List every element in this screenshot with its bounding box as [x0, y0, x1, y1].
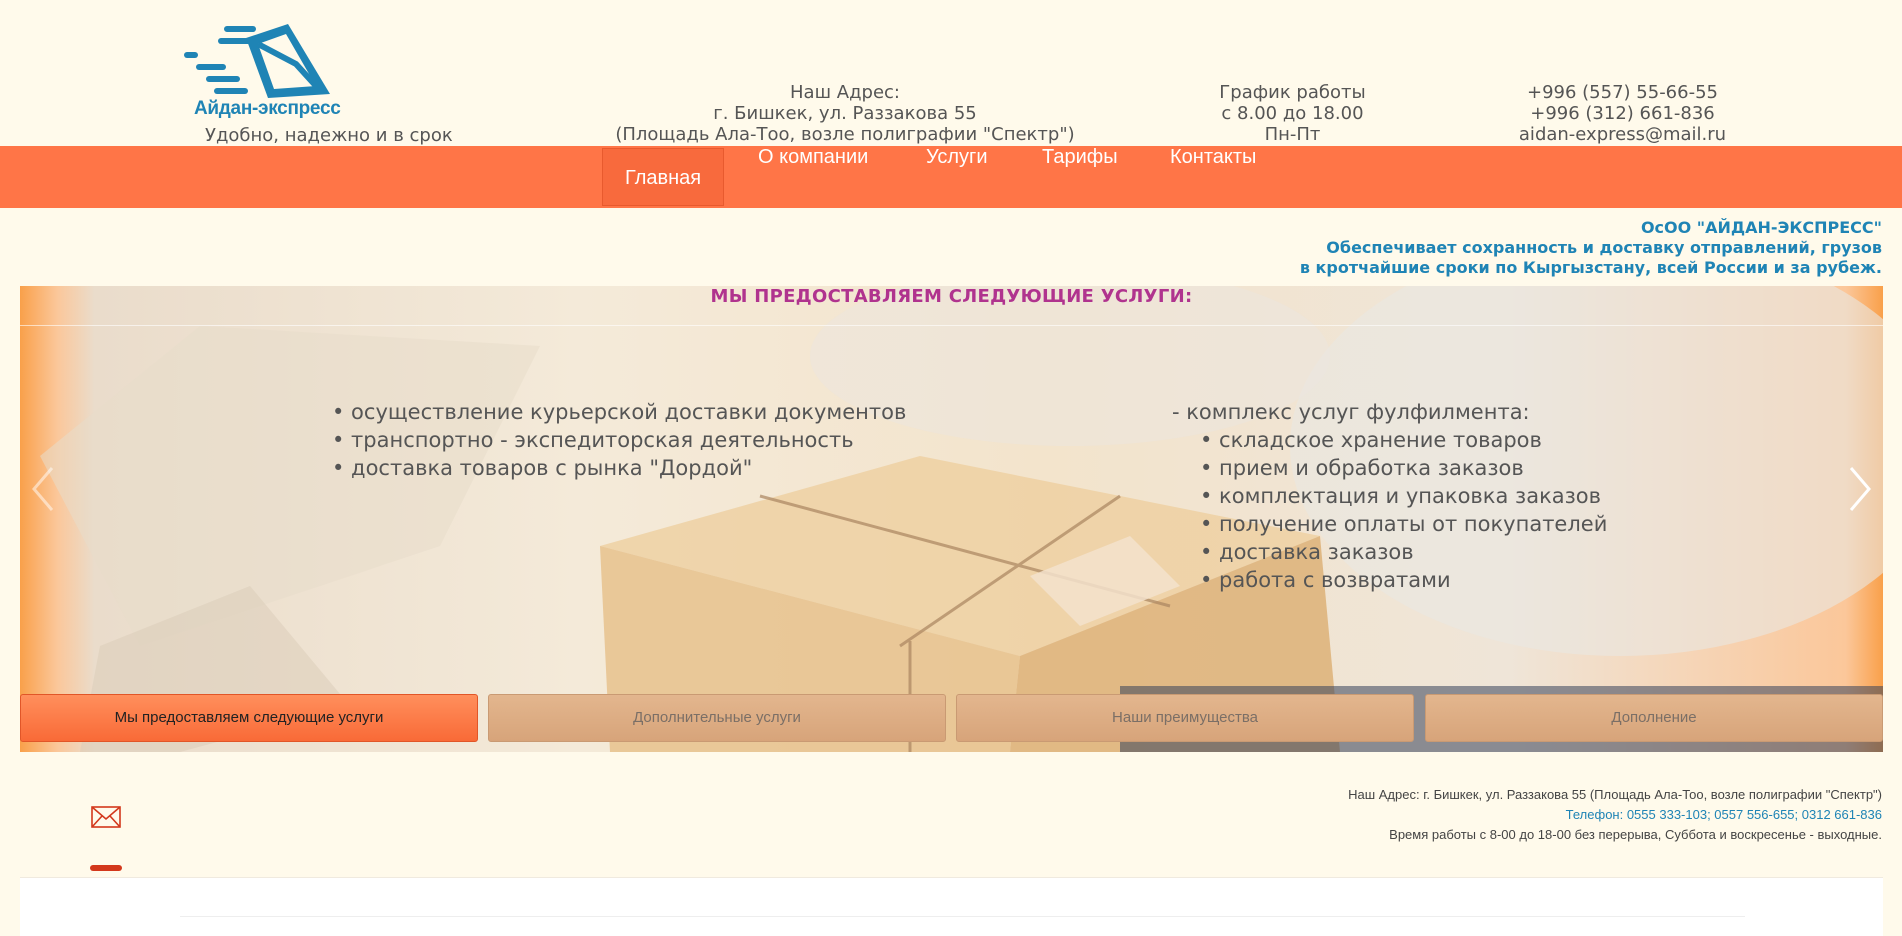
slider-tabs: Мы предоставляем следующие услуги Дополн… [20, 694, 1883, 744]
tab-addition[interactable]: Дополнение [1425, 694, 1883, 742]
list-item: • получение оплаты от покупателей [1200, 512, 1608, 536]
nav-item-contacts[interactable]: Контакты [1170, 146, 1256, 208]
bottom-panel [20, 877, 1883, 936]
list-item: • транспортно - экспедиторская деятельно… [332, 428, 854, 452]
nav-item-about[interactable]: О компании [758, 146, 868, 208]
tab-advantages[interactable]: Наши преимущества [956, 694, 1414, 742]
hours-days: Пн-Пт [1264, 124, 1321, 145]
services-list-right: - комплекс услуг фулфилмента: • складско… [1172, 398, 1607, 594]
company-name: ОсОО "АЙДАН-ЭКСПРЕСС" [1640, 218, 1882, 237]
divider-dash [90, 865, 122, 871]
list-item: • работа с возвратами [1200, 568, 1451, 592]
title-divider [20, 325, 1883, 326]
company-line-1: Обеспечивает сохранность и доставку отпр… [1326, 238, 1882, 257]
company-line-2: в кротчайшие сроки по Кыргызстану, всей … [1299, 258, 1882, 277]
nav-item-tariffs[interactable]: Тарифы [1042, 146, 1118, 208]
chevron-left-icon[interactable] [28, 464, 58, 514]
list-item: • доставка заказов [1200, 540, 1414, 564]
mail-icon[interactable] [91, 806, 121, 828]
header-contacts: +996 (557) 55-66-55 +996 (312) 661-836 a… [1480, 82, 1765, 145]
phone-2[interactable]: +996 (312) 661-836 [1480, 103, 1765, 124]
hours-time: с 8.00 до 18.00 [1221, 103, 1364, 124]
footer-phones[interactable]: Телефон: 0555 333-103; 0557 556-655; 031… [1348, 805, 1882, 825]
footer-address: Наш Адрес: г. Бишкек, ул. Раззакова 55 (… [1348, 787, 1882, 802]
header-hours: График работы с 8.00 до 18.00 Пн-Пт [1180, 82, 1405, 145]
nav-item-services[interactable]: Услуги [926, 146, 988, 208]
slide-title: МЫ ПРЕДОСТАВЛЯЕМ СЛЕДУЮЩИЕ УСЛУГИ: [710, 286, 1193, 307]
address-line-1: г. Бишкек, ул. Раззакова 55 [713, 103, 977, 124]
hours-label: График работы [1219, 82, 1366, 103]
list-item: • прием и обработка заказов [1200, 456, 1524, 480]
address-label: Наш Адрес: [790, 82, 900, 103]
slogan: Удобно, надежно и в срок [205, 125, 453, 146]
list-item: • комплектация и упаковка заказов [1200, 484, 1602, 508]
fulfillment-heading: - комплекс услуг фулфилмента: [1172, 400, 1530, 424]
footer-info: Наш Адрес: г. Бишкек, ул. Раззакова 55 (… [1348, 785, 1882, 845]
list-item: • доставка товаров с рынка "Дордой" [332, 456, 753, 480]
footer-hours: Время работы с 8-00 до 18-00 без перерыв… [1389, 827, 1882, 842]
company-info: ОсОО "АЙДАН-ЭКСПРЕСС" Обеспечивает сохра… [1300, 218, 1882, 278]
tab-additional-services[interactable]: Дополнительные услуги [488, 694, 946, 742]
tab-services[interactable]: Мы предоставляем следующие услуги [20, 694, 478, 742]
phone-1[interactable]: +996 (557) 55-66-55 [1480, 82, 1765, 103]
bottom-divider [180, 916, 1745, 917]
list-item: • осуществление курьерской доставки доку… [332, 400, 907, 424]
chevron-right-icon[interactable] [1845, 464, 1875, 514]
services-list-left: • осуществление курьерской доставки доку… [332, 398, 906, 482]
main-nav: Главная О компании Услуги Тарифы Контакт… [0, 146, 1902, 208]
logo-text: Айдан-экспресс [194, 98, 341, 119]
header-address: Наш Адрес: г. Бишкек, ул. Раззакова 55 (… [560, 82, 1130, 145]
address-line-2: (Площадь Ала-Тоо, возле полиграфии "Спек… [615, 124, 1075, 145]
list-item: • складское хранение товаров [1200, 428, 1542, 452]
nav-item-home[interactable]: Главная [602, 148, 725, 206]
email-link[interactable]: aidan-express@mail.ru [1480, 124, 1765, 145]
services-slider: МЫ ПРЕДОСТАВЛЯЕМ СЛЕДУЮЩИЕ УСЛУГИ: • осу… [20, 286, 1883, 752]
